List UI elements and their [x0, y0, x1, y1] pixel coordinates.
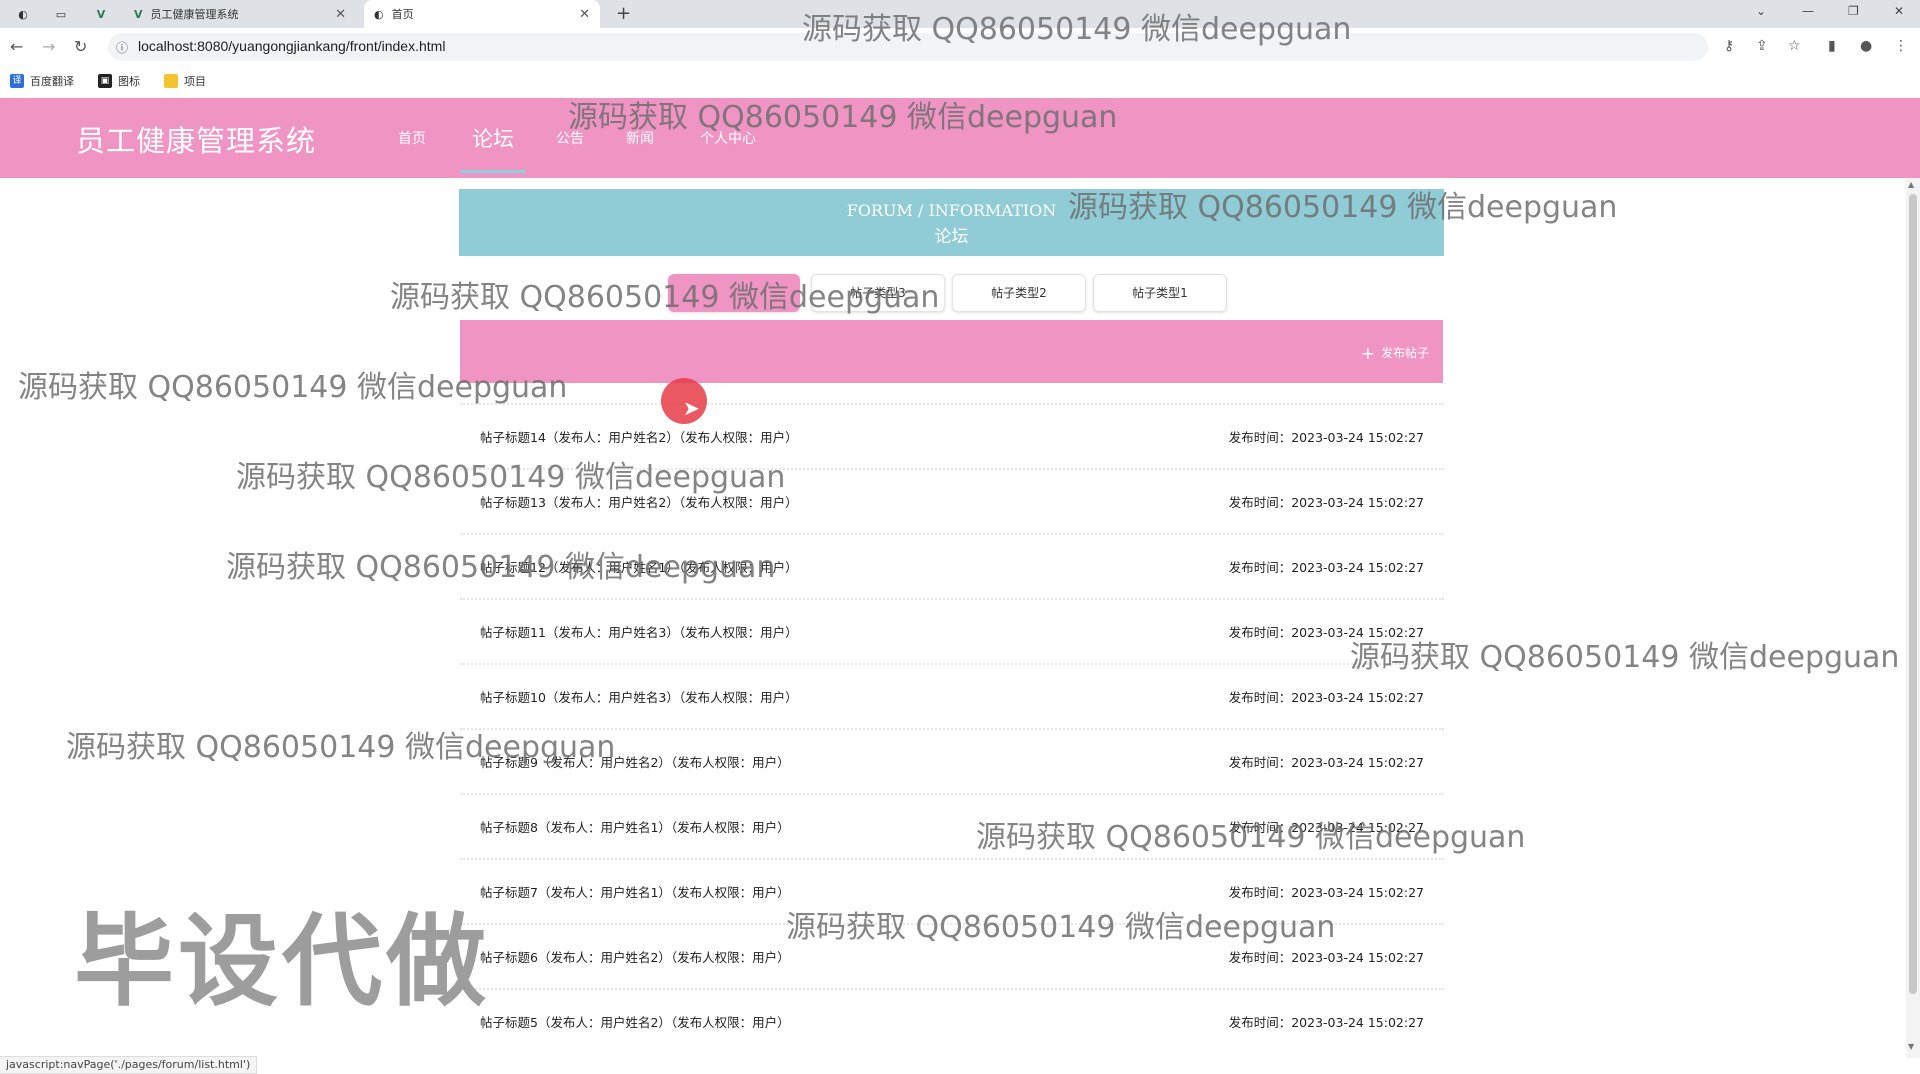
chevron-down-icon[interactable]: ⌄	[1756, 4, 1766, 18]
forward-icon[interactable]: →	[42, 37, 55, 56]
post-title[interactable]: 帖子标题10（发布人：用户姓名3）（发布人权限：用户）	[480, 687, 798, 706]
category-button-2[interactable]: 帖子类型2	[952, 274, 1086, 312]
scroll-up-icon[interactable]: ▲	[1908, 180, 1914, 189]
restore-icon[interactable]: ❐	[1848, 4, 1859, 18]
close-icon[interactable]: ✕	[335, 7, 346, 22]
watermark: 源码获取 QQ86050149 微信deepguan	[66, 730, 616, 765]
scrollbar-thumb[interactable]	[1909, 194, 1917, 994]
side-panel-icon[interactable]: ▮	[1828, 38, 1836, 54]
watermark: 源码获取 QQ86050149 微信deepguan	[1350, 640, 1900, 675]
page-scrollbar[interactable]: ▲ ▼	[1906, 178, 1920, 1058]
back-icon[interactable]: ←	[10, 37, 23, 56]
vue-icon: V	[96, 7, 106, 21]
globe-icon: ◐	[18, 7, 28, 21]
watermark: 源码获取 QQ86050149 微信deepguan	[568, 100, 1118, 135]
category-button-1[interactable]: 帖子类型1	[1093, 274, 1227, 312]
post-title[interactable]: 帖子标题7（发布人：用户姓名1）（发布人权限：用户）	[480, 882, 790, 901]
post-time: 发布时间：2023-03-24 15:02:27	[1228, 495, 1424, 510]
plus-icon: +	[1360, 344, 1375, 364]
post-title[interactable]: 帖子标题8（发布人：用户姓名1）（发布人权限：用户）	[480, 817, 790, 836]
publish-post-button[interactable]: + 发布帖子	[1361, 344, 1429, 364]
bookmark-label: 百度翻译	[30, 75, 74, 88]
nav-home[interactable]: 首页	[398, 98, 426, 178]
bookmark-item[interactable]: 项目	[164, 73, 206, 89]
cursor-arrow-icon: ➤	[683, 396, 700, 420]
post-title[interactable]: 帖子标题5（发布人：用户姓名2）（发布人权限：用户）	[480, 1012, 790, 1031]
close-icon[interactable]: ✕	[579, 7, 590, 22]
info-icon[interactable]: ⓘ	[116, 39, 128, 56]
watermark: 源码获取 QQ86050149 微信deepguan	[786, 910, 1336, 945]
key-icon[interactable]: ⚷	[1724, 38, 1734, 54]
post-time: 发布时间：2023-03-24 15:02:27	[1228, 560, 1424, 575]
post-row[interactable]: 帖子标题11（发布人：用户姓名3）（发布人权限：用户） 发布时间：2023-03-…	[460, 600, 1444, 665]
post-time: 发布时间：2023-03-24 15:02:27	[1228, 755, 1424, 770]
globe-icon: ◐	[374, 7, 384, 21]
big-watermark: 毕设代做	[74, 903, 490, 1020]
post-time: 发布时间：2023-03-24 15:02:27	[1228, 430, 1424, 445]
forum-action-bar: + 发布帖子	[460, 320, 1443, 383]
watermark: 源码获取 QQ86050149 微信deepguan	[976, 820, 1526, 855]
post-title[interactable]: 帖子标题6（发布人：用户姓名2）（发布人权限：用户）	[480, 947, 790, 966]
nav-forum[interactable]: 论坛	[472, 98, 514, 178]
translate-icon: 译	[10, 74, 24, 88]
post-time: 发布时间：2023-03-24 15:02:27	[1228, 885, 1424, 900]
minimize-icon[interactable]: —	[1802, 4, 1814, 18]
url-text[interactable]: localhost:8080/yuangongjiankang/front/in…	[138, 38, 445, 54]
pinned-tab[interactable]: ▭	[44, 0, 78, 28]
bookmark-item[interactable]: ▣ 图标	[98, 73, 140, 89]
image-icon: ▣	[98, 74, 112, 88]
close-window-icon[interactable]: ✕	[1894, 4, 1904, 18]
publish-post-label: 发布帖子	[1380, 346, 1429, 360]
folder-icon	[164, 74, 178, 88]
watermark: 源码获取 QQ86050149 微信deepguan	[18, 370, 568, 405]
star-icon[interactable]: ☆	[1788, 38, 1801, 54]
bookmark-label: 项目	[184, 75, 206, 88]
post-title[interactable]: 帖子标题11（发布人：用户姓名3）（发布人权限：用户）	[480, 622, 798, 641]
pinned-tab[interactable]: ◐	[6, 0, 40, 28]
post-row[interactable]: 帖子标题5（发布人：用户姓名2）（发布人权限：用户） 发布时间：2023-03-2…	[460, 990, 1444, 1055]
bookmark-item[interactable]: 译 百度翻译	[10, 73, 74, 89]
menu-icon[interactable]: ⋮	[1894, 38, 1908, 54]
browser-tab-active[interactable]: ◐ 首页 ✕	[364, 0, 600, 28]
post-time: 发布时间：2023-03-24 15:02:27	[1228, 690, 1424, 705]
blank-page-icon: ▭	[55, 7, 67, 21]
profile-icon[interactable]: ●	[1860, 38, 1872, 54]
browser-tab[interactable]: V 员工健康管理系统 ✕	[124, 0, 356, 28]
post-row[interactable]: 帖子标题10（发布人：用户姓名3）（发布人权限：用户） 发布时间：2023-03-…	[460, 665, 1444, 730]
watermark: 源码获取 QQ86050149 微信deepguan	[226, 550, 776, 585]
share-icon[interactable]: ⇪	[1756, 38, 1768, 54]
bookmark-label: 图标	[118, 75, 140, 88]
watermark: 源码获取 QQ86050149 微信deepguan	[802, 12, 1352, 47]
watermark: 源码获取 QQ86050149 微信deepguan	[236, 460, 786, 495]
post-time: 发布时间：2023-03-24 15:02:27	[1228, 1015, 1424, 1030]
vue-icon: V	[134, 7, 143, 21]
new-tab-icon[interactable]: +	[616, 3, 631, 24]
status-url: javascript:navPage('./pages/forum/list.h…	[0, 1056, 258, 1074]
site-logo[interactable]: 员工健康管理系统	[76, 118, 316, 160]
pinned-tab[interactable]: V	[84, 0, 118, 28]
watermark: 源码获取 QQ86050149 微信deepguan	[1068, 190, 1618, 225]
active-nav-indicator	[460, 170, 526, 173]
reload-icon[interactable]: ↻	[74, 37, 87, 56]
post-time: 发布时间：2023-03-24 15:02:27	[1228, 950, 1424, 965]
watermark: 源码获取 QQ86050149 微信deepguan	[390, 280, 940, 315]
post-title[interactable]: 帖子标题14（发布人：用户姓名2）（发布人权限：用户）	[480, 427, 798, 446]
tab-title: 员工健康管理系统	[150, 8, 239, 21]
tab-title: 首页	[391, 8, 414, 21]
scroll-down-icon[interactable]: ▼	[1908, 1042, 1914, 1051]
